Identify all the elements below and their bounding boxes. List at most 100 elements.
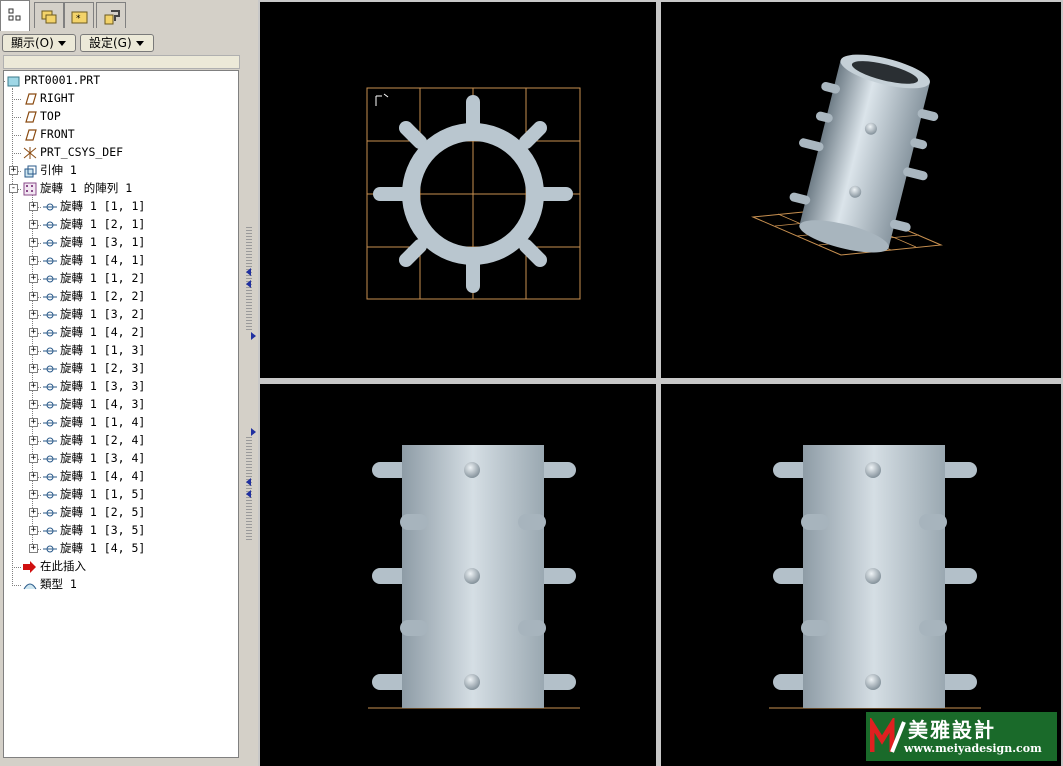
tree-node-label: PRT0001.PRT <box>24 73 101 87</box>
splitter-grip[interactable] <box>246 435 252 540</box>
display-dropdown-label: 顯示(O) <box>11 36 54 50</box>
expand-toggle-icon[interactable]: + <box>29 382 38 391</box>
tree-header-strip <box>3 55 240 69</box>
tree-item-extrude[interactable]: 引伸 1 <box>22 162 77 179</box>
graphics-area[interactable] <box>258 0 1063 766</box>
expand-toggle-icon[interactable]: + <box>29 508 38 517</box>
expand-toggle-icon[interactable]: + <box>29 256 38 265</box>
collapse-left-icon[interactable] <box>246 478 251 486</box>
tree-item-pattern-member[interactable]: 旋轉 1 [2, 5] <box>42 504 145 521</box>
expand-right-icon[interactable] <box>251 428 256 436</box>
expand-toggle-icon[interactable]: + <box>29 454 38 463</box>
expand-toggle-icon[interactable]: + <box>9 166 18 175</box>
tab-connections[interactable] <box>96 2 126 28</box>
tree-item-cosmetic[interactable]: 類型 1 <box>22 576 77 593</box>
tree-item-pattern-member[interactable]: 旋轉 1 [2, 1] <box>42 216 145 233</box>
expand-toggle-icon[interactable]: + <box>29 292 38 301</box>
tree-item-pattern-member[interactable]: 旋轉 1 [4, 1] <box>42 252 145 269</box>
tree-node-label: 在此插入 <box>40 559 86 573</box>
tree-item-right[interactable]: RIGHT <box>22 90 75 107</box>
tree-node-label: 旋轉 1 [3, 1] <box>60 235 146 249</box>
tree-insert-here-marker[interactable]: 在此插入 <box>22 558 86 575</box>
tree-root-part[interactable]: PRT0001.PRT <box>6 72 100 89</box>
expand-toggle-icon[interactable]: + <box>29 418 38 427</box>
tree-connector <box>12 88 13 584</box>
tree-item-pattern-member[interactable]: 旋轉 1 [1, 5] <box>42 486 145 503</box>
display-dropdown[interactable]: 顯示(O) <box>2 34 76 52</box>
revolve-feature-icon <box>43 257 57 264</box>
expand-toggle-icon[interactable]: + <box>29 220 38 229</box>
expand-right-icon[interactable] <box>251 332 256 340</box>
tree-connector <box>12 153 21 154</box>
tree-item-pattern-member[interactable]: 旋轉 1 [4, 2] <box>42 324 145 341</box>
expand-toggle-icon[interactable]: + <box>29 202 38 211</box>
collapse-left-icon[interactable] <box>246 280 251 288</box>
revolve-feature-icon <box>43 347 57 354</box>
expand-toggle-icon[interactable]: + <box>29 400 38 409</box>
tree-item-pattern-member[interactable]: 旋轉 1 [3, 1] <box>42 234 145 251</box>
expand-toggle-icon[interactable]: + <box>29 274 38 283</box>
panel-splitter[interactable] <box>242 0 258 766</box>
tree-connector <box>12 135 21 136</box>
collapse-toggle-icon[interactable]: - <box>9 184 18 193</box>
tab-favorites[interactable]: * <box>64 2 94 28</box>
tree-item-pattern-member[interactable]: 旋轉 1 [2, 4] <box>42 432 145 449</box>
datum-plane-icon <box>25 128 37 141</box>
expand-toggle-icon[interactable]: + <box>29 526 38 535</box>
tree-node-label: 旋轉 1 [3, 2] <box>60 307 146 321</box>
expand-toggle-icon[interactable]: + <box>29 364 38 373</box>
revolve-feature-icon <box>43 275 57 282</box>
tree-item-pattern-member[interactable]: 旋轉 1 [4, 4] <box>42 468 145 485</box>
isometric-view-model <box>751 54 943 256</box>
side-view-model <box>769 445 981 709</box>
tree-item-pattern-member[interactable]: 旋轉 1 [4, 5] <box>42 540 145 557</box>
revolve-feature-icon <box>43 203 57 210</box>
tree-item-pattern[interactable]: 旋轉 1 的陣列 1 <box>22 180 132 197</box>
tree-item-pattern-member[interactable]: 旋轉 1 [2, 3] <box>42 360 145 377</box>
expand-toggle-icon[interactable]: + <box>29 346 38 355</box>
expand-toggle-icon[interactable]: + <box>29 472 38 481</box>
tree-node-label: 旋轉 1 [3, 4] <box>60 451 146 465</box>
tree-item-top[interactable]: TOP <box>22 108 61 125</box>
viewport-front-view[interactable] <box>260 384 656 766</box>
tree-item-front[interactable]: FRONT <box>22 126 75 143</box>
expand-toggle-icon[interactable]: + <box>29 436 38 445</box>
datum-plane-icon <box>25 110 37 123</box>
tree-item-pattern-member[interactable]: 旋轉 1 [1, 1] <box>42 198 145 215</box>
tree-item-pattern-member[interactable]: 旋轉 1 [3, 3] <box>42 378 145 395</box>
tree-connector <box>12 567 21 568</box>
tree-item-pattern-member[interactable]: 旋轉 1 [3, 4] <box>42 450 145 467</box>
revolve-feature-icon <box>43 545 57 552</box>
tree-connector <box>12 99 21 100</box>
viewport-isometric[interactable] <box>661 2 1061 378</box>
expand-toggle-icon[interactable]: + <box>29 328 38 337</box>
settings-dropdown-label: 設定(G) <box>89 36 132 50</box>
tree-item-pattern-member[interactable]: 旋轉 1 [1, 2] <box>42 270 145 287</box>
expand-toggle-icon[interactable]: + <box>29 544 38 553</box>
part-icon <box>7 76 20 86</box>
collapse-left-icon[interactable] <box>246 490 251 498</box>
favorites-folder-icon: * <box>71 11 88 24</box>
tree-item-pattern-member[interactable]: 旋轉 1 [4, 3] <box>42 396 145 413</box>
collapse-left-icon[interactable] <box>246 268 251 276</box>
tree-item-pattern-member[interactable]: 旋轉 1 [3, 5] <box>42 522 145 539</box>
expand-toggle-icon[interactable]: + <box>29 238 38 247</box>
cosmetic-feature-icon <box>23 583 37 589</box>
tree-item-pattern-member[interactable]: 旋轉 1 [3, 2] <box>42 306 145 323</box>
tree-item-csys[interactable]: PRT_CSYS_DEF <box>22 144 123 161</box>
tree-connector <box>12 585 21 586</box>
tab-folder-browser[interactable] <box>34 2 64 28</box>
expand-toggle-icon[interactable]: + <box>29 310 38 319</box>
tree-item-pattern-member[interactable]: 旋轉 1 [2, 2] <box>42 288 145 305</box>
model-tree-panel: * 顯示(O) 設定(G) PRT0001.PRT RIGHT TOP FRONT PR… <box>0 0 242 766</box>
settings-dropdown[interactable]: 設定(G) <box>80 34 154 52</box>
splitter-grip[interactable] <box>246 225 252 330</box>
tree-item-pattern-member[interactable]: 旋轉 1 [1, 4] <box>42 414 145 431</box>
expand-toggle-icon[interactable]: + <box>29 490 38 499</box>
viewport-side-view[interactable] <box>661 384 1061 766</box>
revolve-feature-icon <box>43 239 57 246</box>
tab-model-tree[interactable] <box>0 0 30 31</box>
tree-node-label: FRONT <box>40 127 75 141</box>
viewport-top-view[interactable] <box>260 2 656 378</box>
tree-item-pattern-member[interactable]: 旋轉 1 [1, 3] <box>42 342 145 359</box>
